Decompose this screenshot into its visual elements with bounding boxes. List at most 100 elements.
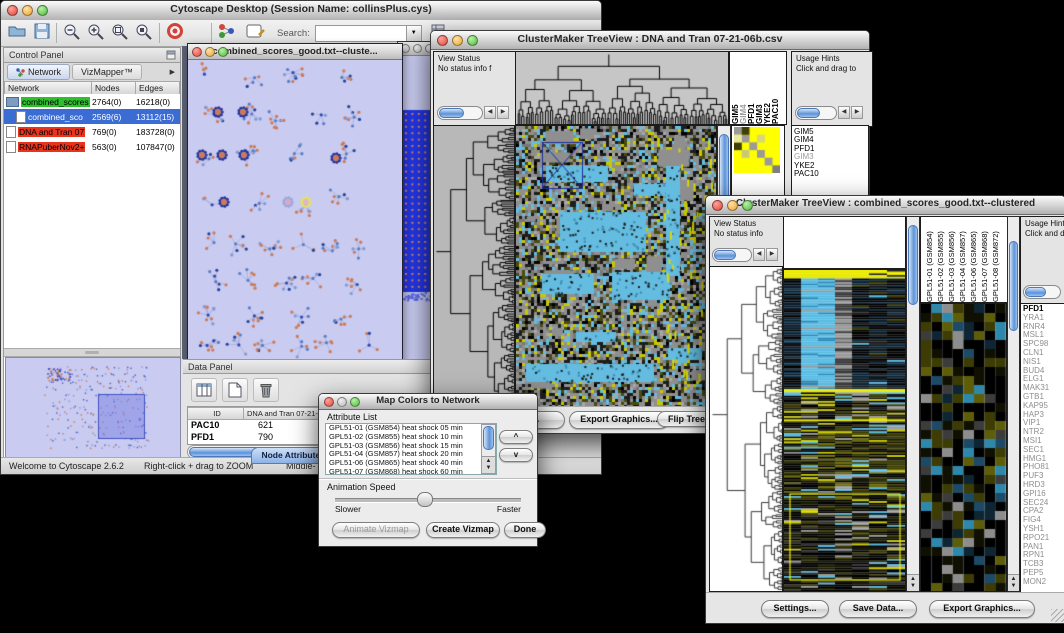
attribute-item[interactable]: GPL51-07 (GSM868) heat shock 60 min — [326, 468, 496, 475]
zoom-button[interactable] — [467, 35, 478, 46]
new-attribute-icon[interactable] — [222, 378, 248, 402]
zoom-fit-icon[interactable] — [110, 22, 130, 45]
column-label[interactable]: GIM5 — [732, 52, 740, 124]
column-label[interactable]: PFD1 — [748, 52, 756, 124]
create-vizmap-button[interactable]: Create Vizmap — [426, 522, 500, 538]
scroll-right-icon[interactable]: ▶ — [851, 106, 863, 119]
float-panel-icon[interactable] — [166, 50, 176, 62]
col-header-edges[interactable]: Edges — [136, 81, 180, 95]
column-label[interactable]: GPL51-01 (GSM854) — [924, 217, 935, 302]
column-label[interactable]: PAC10 — [772, 52, 780, 124]
close-button[interactable] — [324, 397, 334, 407]
usage-hscrollbar[interactable] — [1023, 285, 1061, 298]
close-button[interactable] — [7, 5, 18, 16]
done-button[interactable]: Done — [504, 522, 546, 538]
minimize-button[interactable] — [727, 200, 738, 211]
scroll-right-icon[interactable]: ▶ — [497, 106, 509, 119]
table-row[interactable]: RNAPuberNov2+ 563(0) 107847(0) — [4, 139, 180, 154]
row-dendrogram[interactable] — [433, 125, 515, 407]
usage-hscrollbar[interactable]: ◀▶ — [795, 106, 863, 119]
resize-grip[interactable] — [1051, 609, 1064, 622]
column-label[interactable]: GPL51-04 (GSM857) — [957, 217, 968, 302]
network-overview-icon[interactable] — [217, 22, 237, 45]
column-label[interactable]: GPL51-06 (GSM865) — [968, 217, 979, 302]
scroll-right-icon[interactable]: ▶ — [766, 248, 778, 261]
tab-vizmapper[interactable]: VizMapper™ — [72, 64, 142, 80]
export-graphics-button[interactable]: Export Graphics... — [929, 600, 1035, 618]
table-row[interactable]: combined_scores 2764(0) 16218(0) — [4, 94, 180, 109]
zoom-button[interactable] — [742, 200, 753, 211]
col-header-id[interactable]: ID — [188, 407, 244, 420]
scrollbar-thumb[interactable] — [908, 225, 918, 305]
scroll-left-icon[interactable]: ◀ — [484, 106, 496, 119]
close-button[interactable] — [712, 200, 723, 211]
heatmap-vscrollbar[interactable]: ▲▼ — [906, 216, 920, 592]
zoom-in-icon[interactable] — [86, 22, 106, 45]
animate-vizmap-button[interactable]: Animate Vizmap — [332, 522, 420, 538]
column-label[interactable]: GPL51-07 (GSM868) — [979, 217, 990, 302]
zoom-button[interactable] — [37, 5, 48, 16]
main-titlebar[interactable]: Cytoscape Desktop (Session Name: collins… — [1, 1, 601, 21]
gene-label[interactable]: PAC10 — [792, 170, 868, 178]
gene-label[interactable]: MON2 — [1021, 578, 1064, 587]
network-view-canvas[interactable] — [188, 60, 400, 360]
column-label[interactable]: YKE2 — [764, 52, 772, 124]
column-label[interactable]: GIM3 — [756, 52, 764, 124]
search-input[interactable] — [315, 25, 407, 42]
correlation-matrix[interactable] — [734, 127, 780, 173]
tab-network[interactable]: Network — [7, 64, 70, 80]
scrollbar-thumb[interactable] — [1009, 241, 1018, 331]
speed-slider-handle[interactable] — [417, 492, 433, 507]
select-attributes-icon[interactable] — [191, 378, 217, 402]
close-button[interactable] — [437, 35, 448, 46]
col-header-nodes[interactable]: Nodes — [92, 81, 136, 95]
move-up-button[interactable]: ^ — [499, 430, 533, 444]
settings-button[interactable]: Settings... — [761, 600, 829, 618]
attribute-list-vscrollbar[interactable]: ▲▼ — [481, 424, 496, 474]
column-label[interactable]: GPL51-02 (GSM855) — [935, 217, 946, 302]
minimize-button[interactable] — [205, 47, 215, 57]
heatmap-global[interactable] — [783, 269, 906, 592]
zoom-vscrollbar[interactable]: ▲▼ — [1007, 216, 1020, 592]
network-birdseye-view[interactable] — [5, 357, 181, 459]
zoom-button[interactable] — [350, 397, 360, 407]
export-graphics-button[interactable]: Export Graphics... — [569, 411, 669, 429]
scroll-arrows[interactable]: ▲▼ — [482, 456, 495, 473]
col-header-network[interactable]: Network — [4, 81, 92, 95]
frame1-titlebar[interactable]: combined_scores_good.txt--cluste... — [188, 44, 402, 60]
scroll-left-icon[interactable]: ◀ — [838, 106, 850, 119]
annotation-icon[interactable] — [245, 22, 265, 45]
table-row[interactable]: DNA and Tran 07 769(0) 183728(0) — [4, 124, 180, 139]
close-button[interactable] — [192, 47, 202, 57]
column-dendrogram[interactable] — [515, 51, 729, 125]
panel-divider[interactable] — [4, 348, 180, 357]
heatmap-zoom-view[interactable] — [920, 303, 1007, 592]
heatmap-global[interactable] — [515, 125, 717, 407]
dialog-titlebar[interactable]: Map Colors to Network — [319, 394, 537, 410]
scroll-arrows[interactable]: ▲▼ — [907, 574, 919, 591]
open-session-icon[interactable] — [7, 22, 27, 45]
table-row-selected[interactable]: combined_sco 2569(6) 13112(15) — [4, 109, 180, 124]
column-label[interactable]: GPL51-03 (GSM856) — [946, 217, 957, 302]
save-session-icon[interactable] — [33, 22, 51, 45]
treeview-back-titlebar[interactable]: ClusterMaker TreeView : DNA and Tran 07-… — [431, 31, 869, 50]
minimize-button[interactable] — [22, 5, 33, 16]
help-lifebuoy-icon[interactable] — [165, 21, 185, 46]
search-dropdown-icon[interactable]: ▼ — [407, 25, 422, 42]
more-tabs-icon[interactable]: ▶ — [170, 68, 178, 76]
minimize-button[interactable] — [452, 35, 463, 46]
save-data-button[interactable]: Save Data... — [839, 600, 917, 618]
scrollbar-thumb[interactable] — [483, 426, 494, 450]
column-label[interactable]: GPL51-08 (GSM872) — [990, 217, 1001, 302]
zoom-button[interactable] — [218, 47, 228, 57]
row-dendrogram[interactable] — [709, 266, 783, 592]
zoom-out-icon[interactable] — [62, 22, 82, 45]
column-label[interactable]: GIM4 — [740, 52, 748, 124]
zoom-selected-icon[interactable] — [134, 22, 154, 45]
view-status-hscrollbar[interactable]: ◀▶ — [712, 248, 778, 261]
scroll-left-icon[interactable]: ◀ — [753, 248, 765, 261]
treeview-front-titlebar[interactable]: ClusterMaker TreeView : combined_scores_… — [706, 196, 1064, 215]
scroll-arrows[interactable]: ▲▼ — [1008, 574, 1019, 591]
move-down-button[interactable]: v — [499, 448, 533, 462]
minimize-button[interactable] — [337, 397, 347, 407]
